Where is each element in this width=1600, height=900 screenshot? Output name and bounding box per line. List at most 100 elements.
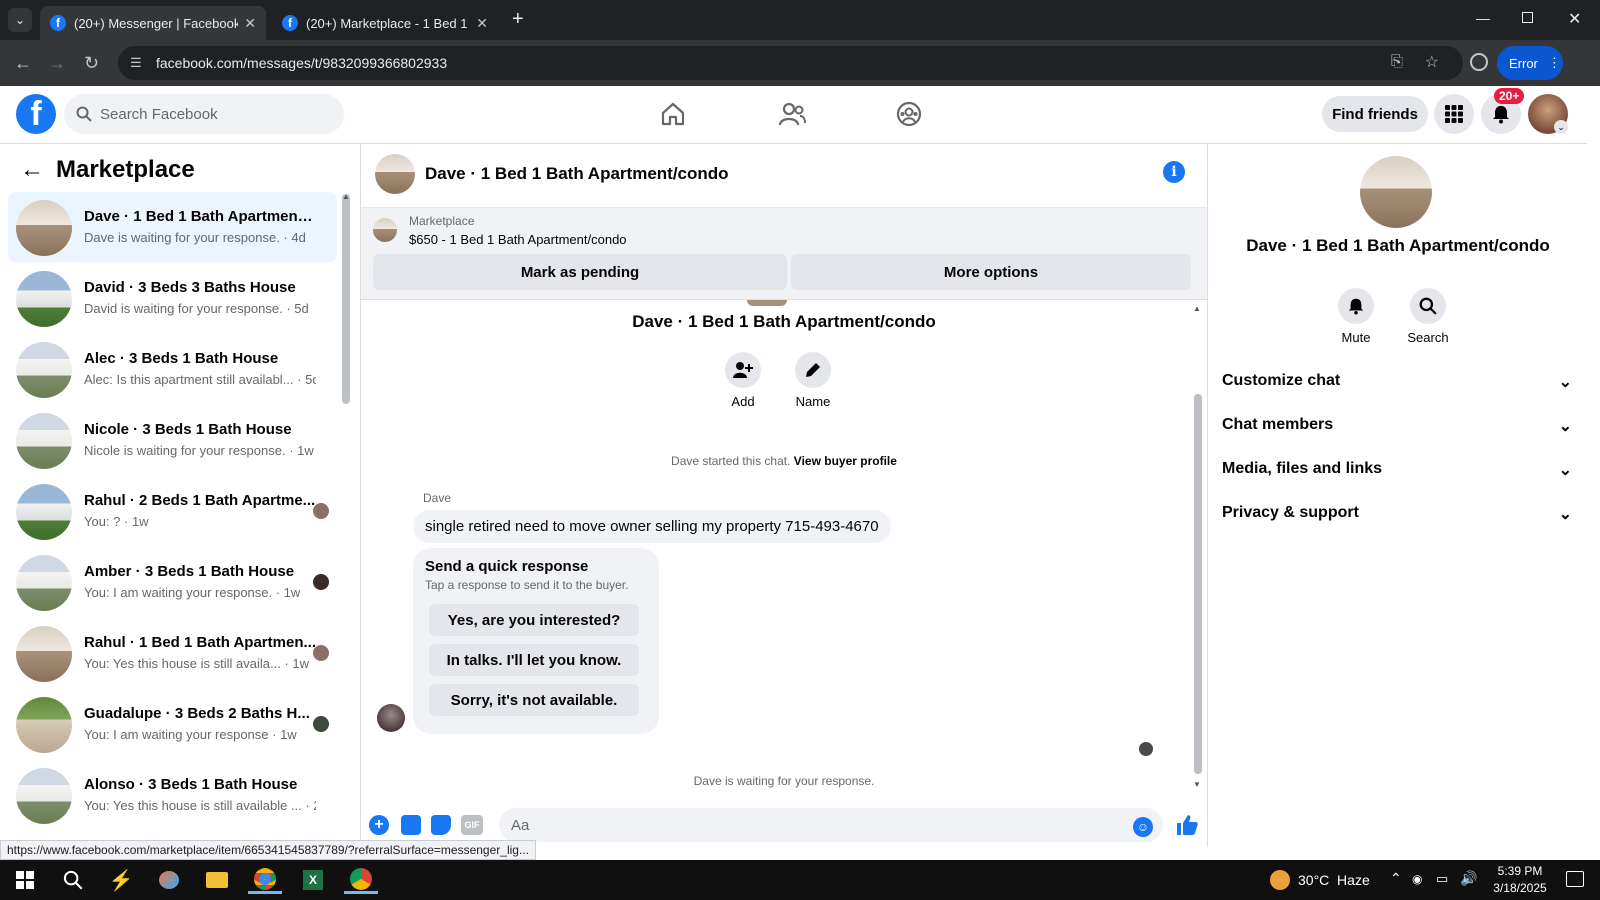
name-chat-button[interactable] <box>795 352 831 388</box>
customize-chat-section[interactable]: Customize chat ⌄ <box>1222 372 1572 392</box>
chat-title[interactable]: Dave · 1 Bed 1 Bath Apartment/condo <box>425 164 729 184</box>
kebab-menu-icon[interactable]: ⋮ <box>1548 55 1561 71</box>
profile-icon[interactable] <box>1470 53 1488 71</box>
conversation-item[interactable]: Alec · 3 Beds 1 Bath House Alec: Is this … <box>8 334 337 404</box>
mute-button[interactable] <box>1338 288 1374 324</box>
section-label: Privacy & support <box>1222 504 1359 521</box>
chat-details-panel: Dave · 1 Bed 1 Bath Apartment/condo Mute… <box>1207 144 1587 847</box>
view-buyer-profile-link[interactable]: View buyer profile <box>794 454 897 468</box>
clock-date[interactable]: 3/18/2025 <box>1484 881 1556 895</box>
details-avatar[interactable] <box>1360 156 1432 228</box>
conversation-item[interactable]: Rahul · 2 Beds 1 Bath Apartme... You: ? ·… <box>8 476 337 546</box>
quick-response-not-available-button[interactable]: Sorry, it's not available. <box>429 684 639 716</box>
close-tab-icon[interactable]: ✕ <box>476 15 488 32</box>
thumbs-up-icon[interactable] <box>1175 813 1199 837</box>
conversation-item[interactable]: Amber · 3 Beds 1 Bath House You: I am wai… <box>8 547 337 617</box>
bell-icon <box>1493 106 1509 124</box>
notification-center-icon[interactable] <box>1566 871 1584 887</box>
clock-time[interactable]: 5:39 PM <box>1490 864 1550 878</box>
find-friends-button[interactable]: Find friends <box>1322 96 1428 132</box>
conversation-item[interactable]: Nicole · 3 Beds 1 Bath House Nicole is wa… <box>8 405 337 475</box>
message-input[interactable]: Aa <box>499 808 1163 842</box>
tray-chevron-up-icon[interactable]: ⌃ <box>1390 870 1402 887</box>
tab-list-button[interactable]: ⌄ <box>8 8 32 32</box>
conversation-item[interactable]: Alonso · 3 Beds 1 Bath House You: Yes thi… <box>8 760 337 830</box>
friends-icon[interactable] <box>778 101 806 127</box>
weather-icon[interactable] <box>1270 870 1290 890</box>
listing-thumbnail[interactable] <box>373 218 397 242</box>
conversation-item[interactable]: Rahul · 1 Bed 1 Bath Apartmen... You: Yes… <box>8 618 337 688</box>
restore-window-icon[interactable] <box>1522 12 1533 23</box>
notification-count-badge: 20+ <box>1494 88 1525 104</box>
quick-response-in-talks-button[interactable]: In talks. I'll let you know. <box>429 644 639 676</box>
weather-text[interactable]: 30°C Haze <box>1298 872 1370 888</box>
scroll-down-arrow-icon[interactable]: ▼ <box>1193 780 1201 789</box>
sender-name: Dave <box>423 491 452 505</box>
chrome-icon[interactable] <box>248 866 282 894</box>
home-icon[interactable] <box>660 101 686 127</box>
info-icon[interactable]: i <box>1163 161 1185 183</box>
quick-response-subtitle: Tap a response to send it to the buyer. <box>425 578 629 592</box>
conversation-item[interactable]: Guadalupe · 3 Beds 2 Baths H... You: I am… <box>8 689 337 759</box>
lightning-app-icon[interactable]: ⚡ <box>104 866 138 894</box>
chat-scrollbar[interactable] <box>1194 394 1202 774</box>
chat-members-section[interactable]: Chat members ⌄ <box>1222 416 1572 436</box>
emoji-icon[interactable]: ☺ <box>1133 817 1153 837</box>
profile-error-button[interactable]: Error ⋮ <box>1497 46 1563 80</box>
media-files-links-section[interactable]: Media, files and links ⌄ <box>1222 460 1572 480</box>
camera-tray-icon[interactable]: ◉ <box>1412 872 1422 886</box>
excel-icon[interactable]: X <box>296 866 330 894</box>
plus-icon[interactable]: + <box>369 815 389 835</box>
message-bubble[interactable]: single retired need to move owner sellin… <box>413 510 891 543</box>
back-arrow-icon[interactable]: ← <box>20 156 44 184</box>
back-arrow-icon[interactable]: ← <box>14 53 32 73</box>
tab-messenger[interactable]: f (20+) Messenger | Facebook ✕ <box>40 6 266 40</box>
page-scrollbar-track[interactable] <box>1587 86 1600 860</box>
forward-arrow-icon[interactable]: → <box>48 53 66 73</box>
chevron-down-icon: ⌄ <box>1558 462 1572 479</box>
gif-icon[interactable]: GIF <box>461 815 483 835</box>
site-info-icon[interactable]: ☰ <box>130 55 142 71</box>
groups-icon[interactable] <box>896 101 922 127</box>
tab-marketplace[interactable]: f (20+) Marketplace - 1 Bed 1 Bat ✕ <box>272 6 498 40</box>
install-app-icon[interactable]: ⎘ <box>1391 53 1403 70</box>
search-in-chat-button[interactable] <box>1410 288 1446 324</box>
conversation-item[interactable]: David · 3 Beds 3 Baths House David is wai… <box>8 263 337 333</box>
close-tab-icon[interactable]: ✕ <box>244 15 256 32</box>
new-tab-button[interactable]: + <box>512 8 524 31</box>
address-bar[interactable]: ☰ facebook.com/messages/t/98320993668029… <box>118 46 1463 80</box>
sticker-icon[interactable] <box>431 815 451 835</box>
listing-bar: Marketplace $650 - 1 Bed 1 Bath Apartmen… <box>361 208 1207 300</box>
reload-icon[interactable]: ↻ <box>84 53 99 73</box>
photo-icon[interactable] <box>401 815 421 835</box>
minimize-window-icon[interactable]: — <box>1476 10 1490 26</box>
sender-avatar[interactable] <box>377 704 405 732</box>
add-people-button[interactable] <box>725 352 761 388</box>
paint-app-icon[interactable] <box>152 866 186 894</box>
file-explorer-icon[interactable] <box>200 866 234 894</box>
conversation-name: David · 3 Beds 3 Baths House <box>84 279 296 296</box>
volume-tray-icon[interactable]: 🔊 <box>1460 870 1477 887</box>
scroll-up-arrow-icon[interactable]: ▲ <box>342 192 350 201</box>
account-chevron-down-icon[interactable]: ⌄ <box>1554 120 1568 134</box>
network-tray-icon[interactable]: ▭ <box>1436 871 1448 887</box>
scroll-up-arrow-icon[interactable]: ▲ <box>1193 304 1201 313</box>
more-options-button[interactable]: More options <box>791 254 1191 290</box>
conversation-name: Amber · 3 Beds 1 Bath House <box>84 563 295 580</box>
chat-list-scrollbar[interactable] <box>342 194 350 404</box>
tab-title: (20+) Marketplace - 1 Bed 1 Bat <box>306 15 470 31</box>
close-window-icon[interactable]: ✕ <box>1568 9 1581 29</box>
privacy-support-section[interactable]: Privacy & support ⌄ <box>1222 504 1572 524</box>
chat-thumbnail[interactable] <box>375 154 415 194</box>
taskbar-search-icon[interactable] <box>56 866 90 894</box>
quick-response-yes-button[interactable]: Yes, are you interested? <box>429 604 639 636</box>
listing-detail[interactable]: $650 - 1 Bed 1 Bath Apartment/condo <box>409 232 627 247</box>
bookmark-star-icon[interactable]: ☆ <box>1425 52 1439 72</box>
facebook-logo-icon[interactable]: f <box>16 94 56 134</box>
conversation-item[interactable]: Dave · 1 Bed 1 Bath Apartment/c... Dave i… <box>8 192 337 262</box>
menu-grid-button[interactable] <box>1434 94 1474 134</box>
facebook-search-input[interactable]: Search Facebook <box>64 94 344 134</box>
windows-start-icon[interactable] <box>8 866 42 894</box>
mark-as-pending-button[interactable]: Mark as pending <box>373 254 787 290</box>
chrome-profile-icon[interactable] <box>344 866 378 894</box>
